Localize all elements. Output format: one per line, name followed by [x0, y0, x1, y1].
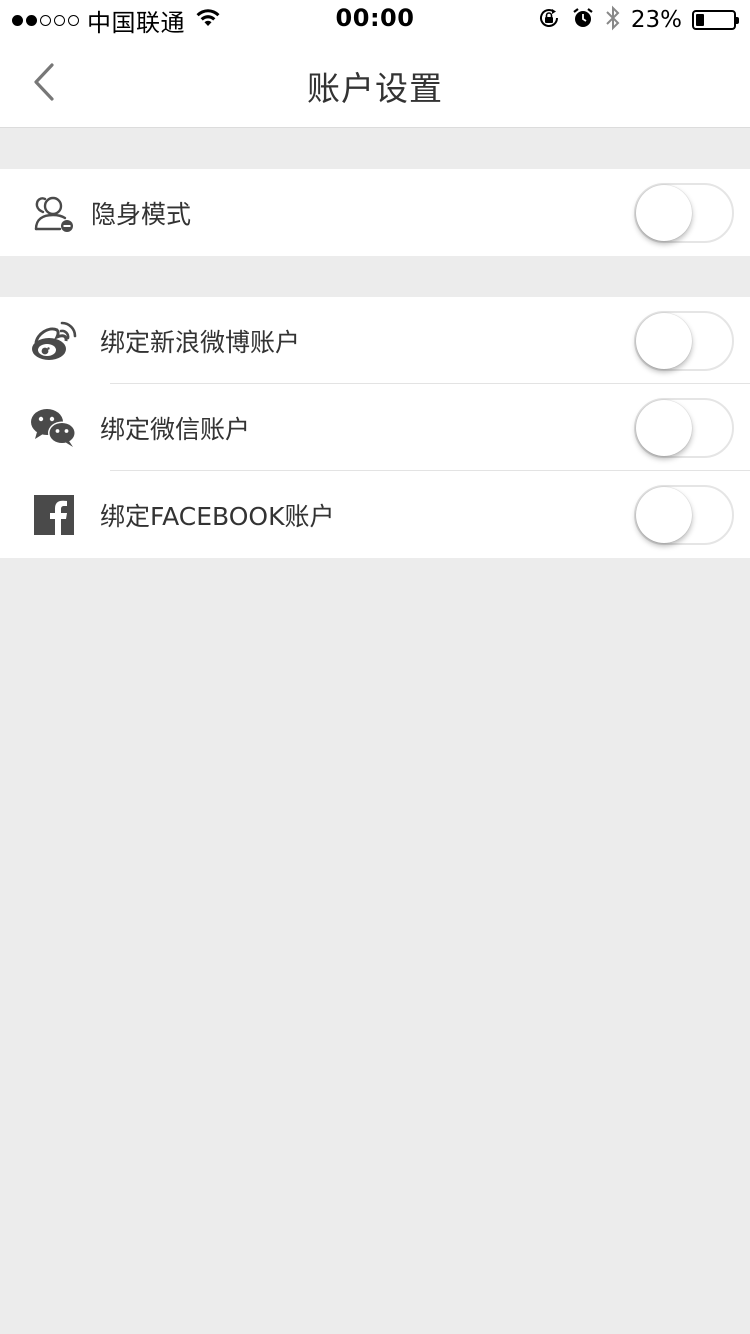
bluetooth-icon	[605, 5, 621, 35]
bind-wechat-toggle[interactable]	[634, 397, 734, 458]
invisible-mode-toggle[interactable]	[634, 182, 734, 243]
wechat-icon	[28, 402, 80, 454]
setting-row-bind-wechat: 绑定微信账户	[0, 384, 750, 471]
battery-percent: 23%	[630, 7, 682, 33]
bind-weibo-toggle[interactable]	[634, 310, 734, 371]
setting-label: 隐身模式	[91, 199, 192, 229]
account-binding-group: 绑定新浪微博账户 绑定微信账户 绑定FACEBOOK账户	[0, 297, 750, 558]
bind-facebook-toggle[interactable]	[634, 484, 734, 545]
setting-label: 绑定FACEBOOK账户	[100, 501, 335, 531]
setting-row-invisible-mode: 隐身模式	[0, 169, 750, 256]
navigation-bar: 账户设置	[0, 40, 750, 128]
orientation-lock-icon	[537, 6, 561, 34]
invisible-user-icon	[28, 187, 80, 239]
toggle-knob	[636, 399, 692, 456]
battery-level	[696, 14, 705, 26]
setting-row-bind-weibo: 绑定新浪微博账户	[0, 297, 750, 384]
toggle-knob	[636, 184, 692, 241]
weibo-icon	[28, 315, 80, 367]
setting-label: 绑定微信账户	[100, 414, 251, 444]
battery-icon	[692, 10, 739, 30]
toggle-knob	[636, 312, 692, 369]
alarm-icon	[571, 6, 595, 34]
status-bar: 中国联通 00:00 23%	[0, 0, 750, 40]
status-right: 23%	[537, 5, 739, 35]
facebook-icon	[28, 489, 80, 541]
privacy-settings-group: 隐身模式	[0, 169, 750, 256]
setting-label: 绑定新浪微博账户	[100, 327, 301, 357]
setting-row-bind-facebook: 绑定FACEBOOK账户	[0, 471, 750, 558]
page-title: 账户设置	[307, 69, 443, 108]
toggle-knob	[636, 486, 692, 543]
